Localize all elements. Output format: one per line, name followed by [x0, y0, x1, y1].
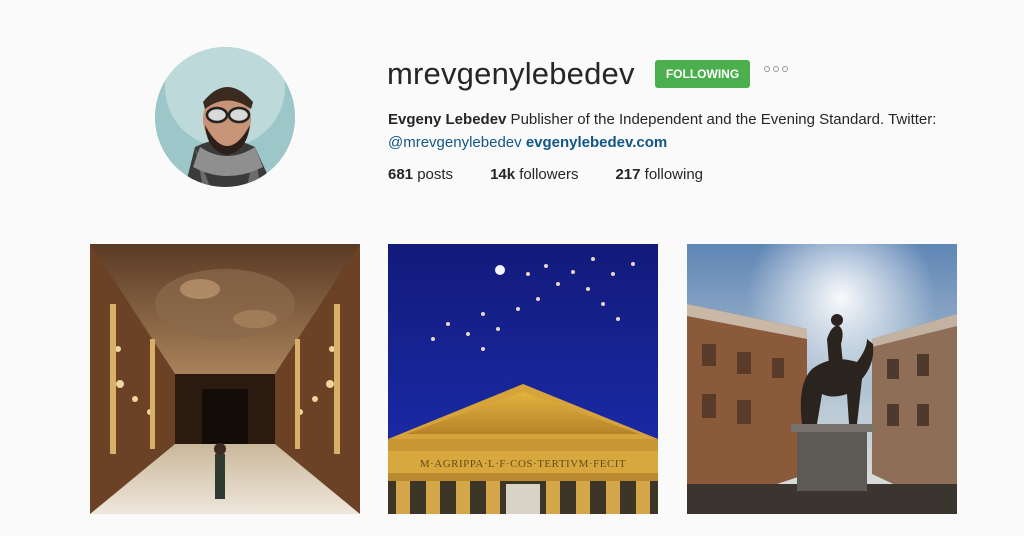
equestrian-statue-image [687, 244, 957, 514]
profile-avatar[interactable] [155, 47, 295, 187]
website-link[interactable]: evgenylebedev.com [526, 134, 667, 151]
pantheon-image: M·AGRIPPA·L·F·COS·TERTIVM·FECIT [388, 244, 658, 514]
posts-stat: 681 posts [388, 166, 453, 183]
followers-label: followers [515, 166, 579, 183]
profile-username: mrevgenylebedev [387, 56, 635, 91]
post-thumbnail-1[interactable] [90, 244, 360, 514]
followers-count: 14k [490, 166, 516, 183]
avatar-photo [155, 47, 295, 187]
following-count: 217 [615, 166, 641, 183]
profile-stats: 681 posts 14k followers 217 following [388, 166, 740, 183]
dot-icon [782, 66, 788, 72]
following-button[interactable]: FOLLOWING [655, 60, 750, 88]
dot-icon [773, 66, 779, 72]
twitter-mention-link[interactable]: @mrevgenylebedev [388, 134, 522, 151]
profile-bio: Evgeny Lebedev Publisher of the Independ… [388, 108, 988, 154]
full-name: Evgeny Lebedev [388, 111, 507, 128]
followers-stat[interactable]: 14k followers [490, 166, 578, 183]
following-stat[interactable]: 217 following [615, 166, 703, 183]
gallery-hall-image [90, 244, 360, 514]
posts-count: 681 [388, 166, 414, 183]
bio-text: Publisher of the Independent and the Eve… [506, 111, 937, 128]
post-thumbnail-3[interactable] [687, 244, 957, 514]
dot-icon [764, 66, 770, 72]
more-options-icon[interactable] [764, 66, 788, 72]
post-thumbnail-2[interactable]: M·AGRIPPA·L·F·COS·TERTIVM·FECIT [388, 244, 658, 514]
pantheon-inscription: M·AGRIPPA·L·F·COS·TERTIVM·FECIT [420, 458, 626, 470]
posts-label: posts [413, 166, 454, 183]
following-label: following [640, 166, 704, 183]
